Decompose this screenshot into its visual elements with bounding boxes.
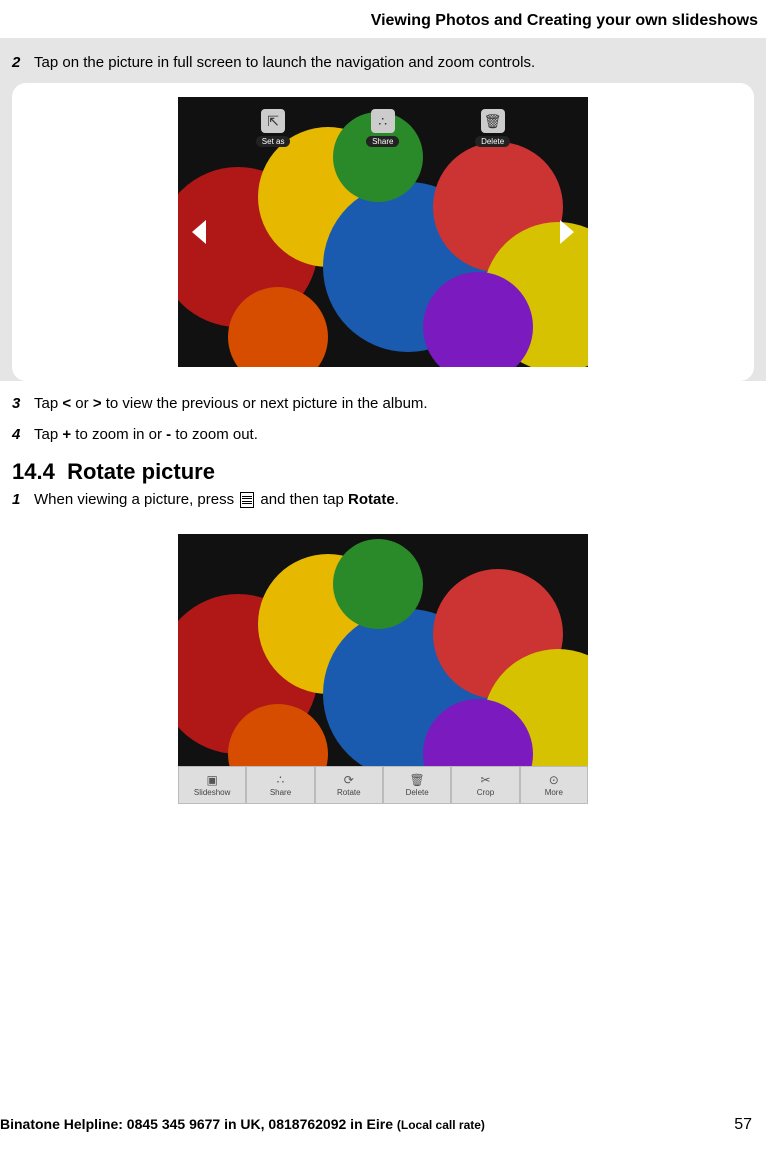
share-label: Share xyxy=(270,788,291,797)
trash-icon: 🗑 xyxy=(481,109,505,133)
set-as-control[interactable]: ⇱ Set as xyxy=(256,109,291,147)
delete-label: Delete xyxy=(406,788,429,797)
section-title: Rotate picture xyxy=(67,459,215,484)
set-as-icon: ⇱ xyxy=(261,109,285,133)
trash-icon: 🗑 xyxy=(410,773,425,787)
rotate-button[interactable]: ⟳ Rotate xyxy=(315,766,383,804)
crop-icon: ✂ xyxy=(480,773,490,787)
step-4: 4 Tap + to zoom in or - to zoom out. xyxy=(12,424,766,445)
step-number: 2 xyxy=(12,52,34,73)
menu-icon xyxy=(240,492,254,508)
share-button[interactable]: ∴ Share xyxy=(246,766,314,804)
phone-screen-1: ⇱ Set as ∴ Share 🗑 Delete xyxy=(178,97,588,367)
step-text: When viewing a picture, press and then t… xyxy=(34,489,766,510)
next-arrow-icon[interactable] xyxy=(560,220,574,244)
more-button[interactable]: ⊙ More xyxy=(520,766,588,804)
phone-screen-2: ▣ Slideshow ∴ Share ⟳ Rotate 🗑 Delete xyxy=(178,534,588,804)
step-text: Tap < or > to view the previous or next … xyxy=(34,393,766,414)
step-number: 1 xyxy=(12,489,34,510)
step-text: Tap on the picture in full screen to lau… xyxy=(34,52,754,73)
section-heading: 14.4 Rotate picture xyxy=(12,459,766,485)
more-label: More xyxy=(545,788,563,797)
slideshow-button[interactable]: ▣ Slideshow xyxy=(178,766,246,804)
bottom-toolbar: ▣ Slideshow ∴ Share ⟳ Rotate 🗑 Delete xyxy=(178,766,588,804)
share-icon: ∴ xyxy=(371,109,395,133)
crop-label: Crop xyxy=(477,788,494,797)
step-rotate-1: 1 When viewing a picture, press and then… xyxy=(12,489,766,510)
page-footer: Binatone Helpline: 0845 345 9677 in UK, … xyxy=(0,1116,752,1134)
delete-control[interactable]: 🗑 Delete xyxy=(475,109,510,147)
step-2-section: 2 Tap on the picture in full screen to l… xyxy=(0,38,766,381)
prev-arrow-icon[interactable] xyxy=(192,220,206,244)
section-number: 14.4 xyxy=(12,459,55,484)
crop-button[interactable]: ✂ Crop xyxy=(451,766,519,804)
more-icon: ⊙ xyxy=(549,773,559,787)
share-icon: ∴ xyxy=(277,773,285,787)
top-controls: ⇱ Set as ∴ Share 🗑 Delete xyxy=(178,109,588,147)
slideshow-icon: ▣ xyxy=(206,773,217,787)
rotate-label: Rotate xyxy=(337,788,361,797)
share-label: Share xyxy=(366,136,399,147)
step-number: 3 xyxy=(12,393,34,414)
delete-button[interactable]: 🗑 Delete xyxy=(383,766,451,804)
step-2: 2 Tap on the picture in full screen to l… xyxy=(12,52,754,73)
step-3: 3 Tap < or > to view the previous or nex… xyxy=(12,393,766,414)
balloons-image xyxy=(178,534,588,804)
screenshot-frame-1: ⇱ Set as ∴ Share 🗑 Delete xyxy=(12,83,754,381)
rotate-icon: ⟳ xyxy=(344,773,354,787)
page-number: 57 xyxy=(734,1116,752,1134)
slideshow-label: Slideshow xyxy=(194,788,230,797)
step-text: Tap + to zoom in or - to zoom out. xyxy=(34,424,766,445)
delete-label: Delete xyxy=(475,136,510,147)
footer-helpline: Binatone Helpline: 0845 345 9677 in UK, … xyxy=(0,1116,485,1132)
step-number: 4 xyxy=(12,424,34,445)
screenshot-frame-2: ▣ Slideshow ∴ Share ⟳ Rotate 🗑 Delete xyxy=(12,520,754,818)
page-header: Viewing Photos and Creating your own sli… xyxy=(0,0,766,38)
set-as-label: Set as xyxy=(256,136,291,147)
share-control[interactable]: ∴ Share xyxy=(366,109,399,147)
